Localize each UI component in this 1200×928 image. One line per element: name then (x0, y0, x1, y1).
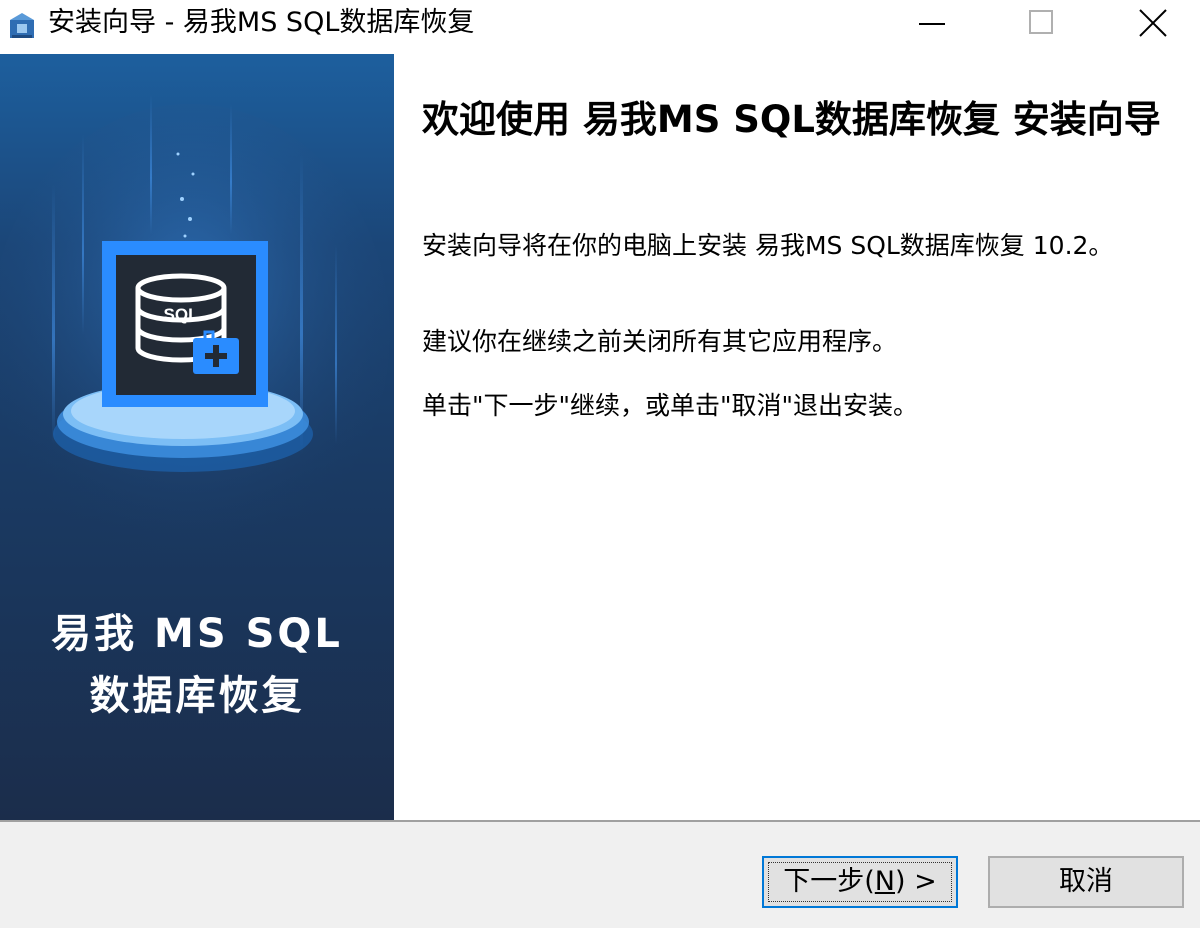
next-label-accel: N (874, 866, 895, 897)
close-button[interactable] (1104, 0, 1200, 46)
banner-product-line1: 易我 MS SQL (51, 611, 343, 657)
wizard-banner: SQL 易我 MS SQL 数据库恢复 (0, 54, 394, 820)
next-button[interactable]: 下一步(N) > (762, 856, 958, 908)
medical-kit-icon (193, 330, 239, 374)
window-title: 安装向导 - 易我MS SQL数据库恢复 (48, 7, 475, 38)
installer-window: 安装向导 - 易我MS SQL数据库恢复 SQL 易我 MS SQL 数据库恢复… (0, 0, 1200, 928)
maximize-icon (1029, 10, 1053, 34)
close-icon (1139, 9, 1167, 37)
maximize-button[interactable] (992, 0, 1092, 46)
title-bar[interactable]: 安装向导 - 易我MS SQL数据库恢复 (0, 0, 1200, 54)
wizard-footer: 下一步(N) > 取消 (0, 822, 1200, 928)
cancel-button[interactable]: 取消 (988, 856, 1184, 908)
installer-app-icon (6, 8, 38, 42)
wizard-content: 欢迎使用 易我MS SQL数据库恢复 安装向导 安装向导将在你的电脑上安装 易我… (394, 54, 1200, 820)
next-label-prefix: 下一步( (783, 866, 875, 897)
close-apps-advice: 建议你在继续之前关闭所有其它应用程序。 (422, 327, 898, 356)
install-description: 安装向导将在你的电脑上安装 易我MS SQL数据库恢复 10.2。 (422, 231, 1114, 260)
minimize-icon (919, 23, 945, 25)
welcome-heading: 欢迎使用 易我MS SQL数据库恢复 安装向导 (422, 98, 1161, 141)
next-label-suffix: ) > (895, 866, 937, 897)
instruction-text: 单击"下一步"继续，或单击"取消"退出安装。 (422, 391, 918, 420)
db-label: SQL (164, 305, 199, 324)
minimize-button[interactable] (882, 0, 982, 46)
banner-product-line2: 数据库恢复 (89, 673, 305, 719)
